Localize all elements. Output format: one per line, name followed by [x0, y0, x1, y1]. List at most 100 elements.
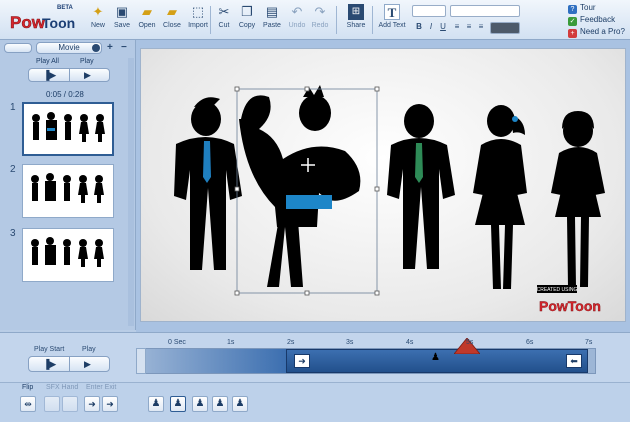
- slide-number: 1: [10, 102, 16, 113]
- character-muscle-man: [239, 85, 361, 287]
- figure-icon: ♟: [195, 398, 205, 409]
- lifebuoy-icon: +: [568, 29, 577, 38]
- sfx-hand-label: SFX Hand: [46, 384, 79, 391]
- redo-button[interactable]: ↷ Redo: [306, 4, 334, 38]
- enter-button[interactable]: ➜: [84, 396, 100, 412]
- exit-button[interactable]: ➜: [102, 396, 118, 412]
- play-icon[interactable]: ▶: [84, 359, 91, 370]
- save-icon: ▣: [115, 4, 129, 19]
- character-pose-5[interactable]: ♟: [232, 396, 248, 412]
- font-size-select[interactable]: [412, 5, 446, 17]
- beta-label: BETA: [57, 5, 73, 11]
- need-pro-link[interactable]: + Need a Pro?: [568, 27, 625, 38]
- paste-button[interactable]: ▤ Paste: [258, 4, 286, 38]
- remove-slide-button[interactable]: −: [121, 42, 127, 53]
- add-text-button[interactable]: T Add Text: [376, 4, 408, 38]
- feedback-link[interactable]: ✓ Feedback: [568, 15, 615, 26]
- view-toggle[interactable]: [4, 43, 32, 53]
- toolbar-divider: [336, 6, 337, 34]
- feedback-icon: ✓: [568, 17, 577, 26]
- play-start-icon[interactable]: ▐▶: [43, 359, 56, 370]
- timeline-fade-region: [146, 349, 286, 373]
- paste-icon: ▤: [265, 4, 279, 19]
- object-marker-icon[interactable]: ♟: [431, 352, 440, 363]
- undo-icon: ↶: [291, 4, 303, 19]
- scissors-icon: ✂: [218, 4, 230, 19]
- align-right-button[interactable]: ≡: [476, 22, 486, 32]
- exit-handle-icon[interactable]: ⬅: [566, 354, 582, 368]
- timeline-scroll-left[interactable]: [136, 348, 146, 374]
- play-controls: ▐▶ ▶: [28, 68, 110, 82]
- timeline-tick: 6s: [526, 339, 534, 346]
- folder-open-icon: ▰: [142, 4, 152, 19]
- stage-characters: CREATED USING PowToon: [174, 85, 605, 314]
- svg-text:PowToon: PowToon: [539, 298, 601, 314]
- import-icon: ⬚: [191, 4, 205, 19]
- divider: [69, 68, 70, 82]
- slides-panel: Movie + − Play All Play ▐▶ ▶ 0:05 / 0:28…: [0, 40, 136, 330]
- play-all-label: Play All: [36, 58, 59, 65]
- figure-icon: ♟: [215, 398, 225, 409]
- slide-thumbnail-1[interactable]: [22, 102, 114, 156]
- character-woman-1: [473, 105, 527, 289]
- timeline-tick: 1s: [227, 339, 235, 346]
- open-button[interactable]: ▰ Open: [133, 4, 161, 38]
- share-icon: ⊞: [348, 4, 364, 20]
- canvas-stage: CREATED USING PowToon: [140, 48, 626, 322]
- import-button[interactable]: ⬚ Import: [183, 4, 213, 38]
- character-man-2: [387, 104, 455, 269]
- align-center-button[interactable]: ≡: [464, 22, 474, 32]
- slide-number: 2: [10, 164, 16, 175]
- timeline-tick: 2s: [287, 339, 295, 346]
- flip-button[interactable]: ⇹: [20, 396, 36, 412]
- folder-close-icon: ▰: [167, 4, 177, 19]
- tour-link[interactable]: ? Tour: [568, 3, 596, 14]
- align-left-button[interactable]: ≡: [452, 22, 462, 32]
- playback-time: 0:05 / 0:28: [46, 90, 84, 99]
- copy-icon: ❐: [241, 4, 253, 19]
- figure-icon: ♟: [151, 398, 161, 409]
- font-family-select[interactable]: [450, 5, 520, 17]
- figure-icon: ♟: [235, 398, 245, 409]
- sfx-button[interactable]: [44, 396, 60, 412]
- play-label: Play: [80, 58, 94, 65]
- text-color-picker[interactable]: [490, 22, 520, 34]
- close-button[interactable]: ▰ Close: [158, 4, 186, 38]
- flip-icon: ⇹: [24, 399, 32, 409]
- character-pose-2[interactable]: ♟: [170, 396, 186, 412]
- slide-thumbnail-art: [31, 173, 104, 203]
- enter-exit-label: Enter Exit: [86, 384, 117, 391]
- figure-icon: ♟: [173, 398, 183, 409]
- timeline-tick: 5s: [466, 339, 474, 346]
- italic-button[interactable]: I: [426, 22, 436, 32]
- slide-thumbnail-2[interactable]: [22, 164, 114, 218]
- save-button[interactable]: ▣ Save: [108, 4, 136, 38]
- timeline-tick: 0 Sec: [168, 339, 186, 346]
- timeline-tick: 3s: [346, 339, 354, 346]
- character-pose-3[interactable]: ♟: [192, 396, 208, 412]
- character-pose-4[interactable]: ♟: [212, 396, 228, 412]
- enter-handle-icon[interactable]: ➜: [294, 354, 310, 368]
- play-all-icon[interactable]: ▐▶: [43, 70, 56, 81]
- top-toolbar: Pow Toon BETA ✦ New ▣ Save ▰ Open ▰ Close ⬚ I…: [0, 0, 630, 40]
- slides-scrollbar[interactable]: [128, 58, 134, 326]
- slide-thumbnail-art: [31, 237, 104, 267]
- settings-icon[interactable]: [92, 44, 100, 52]
- svg-text:CREATED USING: CREATED USING: [537, 287, 578, 293]
- play-start-label: Play Start: [34, 346, 65, 353]
- slide-number: 3: [10, 228, 16, 239]
- redo-icon: ↷: [314, 4, 326, 19]
- play-icon[interactable]: ▶: [84, 70, 91, 81]
- bold-button[interactable]: B: [414, 22, 424, 32]
- copy-button[interactable]: ❐ Copy: [233, 4, 261, 38]
- share-button[interactable]: ⊞ Share: [342, 4, 370, 38]
- underline-button[interactable]: U: [438, 22, 448, 32]
- add-slide-button[interactable]: +: [107, 42, 113, 53]
- hand-button[interactable]: [62, 396, 78, 412]
- divider: [69, 357, 70, 371]
- timeline-tick: 4s: [406, 339, 414, 346]
- character-man-1: [174, 97, 242, 270]
- character-pose-1[interactable]: ♟: [148, 396, 164, 412]
- slide-thumbnail-3[interactable]: [22, 228, 114, 282]
- slide-thumbnail-art: [32, 112, 105, 142]
